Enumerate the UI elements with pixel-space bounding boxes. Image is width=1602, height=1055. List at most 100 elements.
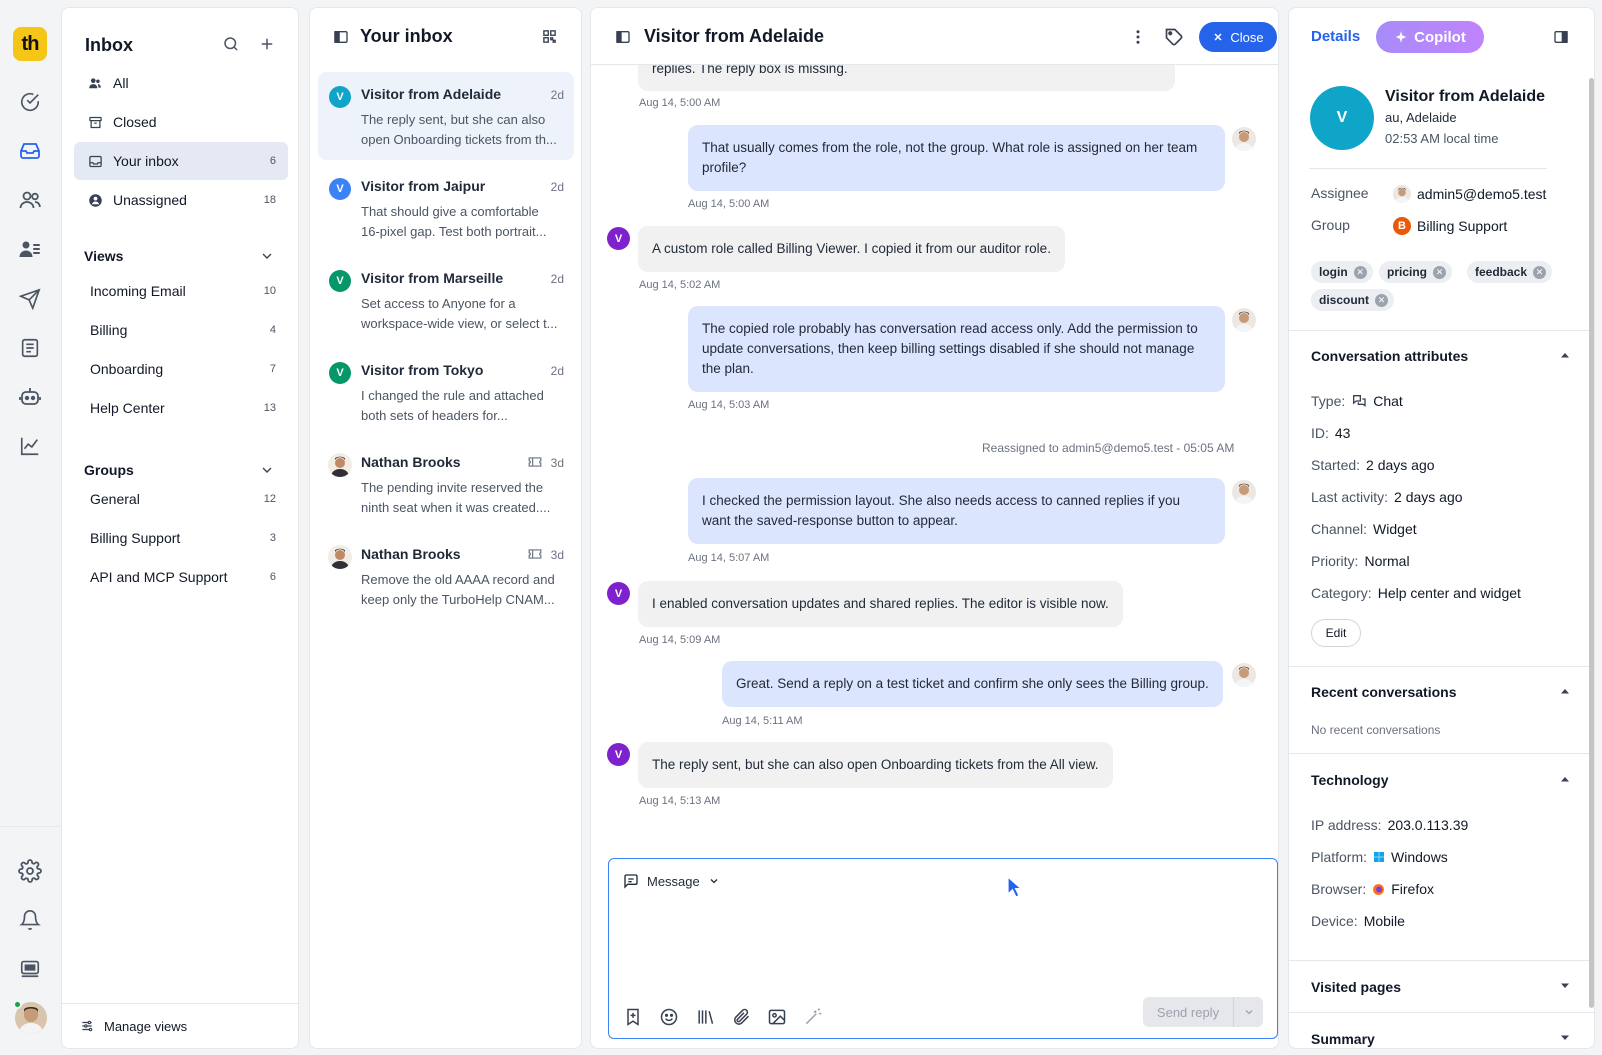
attribute-priority: Priority: Normal — [1311, 553, 1410, 569]
billing-icon[interactable] — [14, 952, 46, 984]
archive-icon — [88, 114, 104, 130]
check-circle-icon[interactable] — [14, 86, 46, 118]
reply-composer[interactable]: Message Send reply — [608, 858, 1278, 1039]
recent-conversations-title[interactable]: Recent conversations — [1311, 684, 1457, 700]
views-section-title[interactable]: Views — [84, 248, 123, 264]
app-logo[interactable]: th — [13, 27, 47, 61]
panel-toggle-icon[interactable] — [615, 29, 631, 45]
remove-tag-icon[interactable]: ✕ — [1375, 293, 1388, 307]
remove-tag-icon[interactable]: ✕ — [1353, 265, 1367, 279]
attribute-type: Type: Chat — [1311, 393, 1403, 409]
magic-wand-icon[interactable] — [803, 1007, 823, 1027]
message-time: Aug 14, 5:00 AM — [639, 97, 721, 109]
attribute-key: Platform: — [1311, 849, 1368, 865]
message-mode-dropdown[interactable]: Message — [623, 873, 720, 889]
conversation-attributes-title[interactable]: Conversation attributes — [1311, 348, 1468, 364]
tag-chip[interactable]: pricing ✕ — [1379, 261, 1453, 283]
remove-tag-icon[interactable]: ✕ — [1433, 265, 1447, 279]
more-vertical-icon[interactable] — [1129, 28, 1147, 46]
tab-details[interactable]: Details — [1311, 28, 1360, 45]
caret-down-icon[interactable] — [1559, 980, 1571, 992]
attribute-key: Browser: — [1311, 881, 1367, 897]
copilot-label: Copilot — [1414, 28, 1466, 46]
emoji-icon[interactable] — [659, 1007, 679, 1027]
visited-pages-title[interactable]: Visited pages — [1311, 979, 1401, 995]
team-icon[interactable] — [14, 233, 46, 265]
articles-icon[interactable] — [14, 332, 46, 364]
group-item-general[interactable]: General 12 — [74, 480, 288, 518]
firefox-icon — [1372, 883, 1385, 896]
view-item-help-center[interactable]: Help Center 13 — [74, 389, 288, 427]
group-item-label: API and MCP Support — [90, 569, 228, 585]
tab-copilot[interactable]: Copilot — [1376, 21, 1484, 53]
inbox-icon[interactable] — [14, 134, 46, 166]
sidebar-toggle-icon[interactable] — [333, 29, 349, 45]
details-scrollbar[interactable] — [1589, 78, 1594, 1008]
conversation-time: 2d — [550, 364, 564, 378]
tag-chip[interactable]: login ✕ — [1311, 261, 1373, 283]
conversation-preview: Remove the old AAAA record and keep only… — [361, 572, 555, 607]
remove-tag-icon[interactable]: ✕ — [1533, 265, 1547, 279]
library-icon[interactable] — [695, 1007, 715, 1027]
tag-icon[interactable] — [1164, 27, 1184, 47]
caret-up-icon[interactable] — [1559, 685, 1571, 697]
group-item-billing-support[interactable]: Billing Support 3 — [74, 519, 288, 557]
conversation-item[interactable]: V Visitor from Jaipur 2d That should giv… — [318, 164, 574, 252]
visitor-avatar: V — [607, 743, 630, 766]
search-icon[interactable] — [222, 35, 240, 53]
edit-attributes-button[interactable]: Edit — [1311, 619, 1361, 647]
tag-chip[interactable]: discount ✕ — [1311, 289, 1394, 311]
view-item-label: Help Center — [90, 400, 165, 416]
reports-icon[interactable] — [14, 430, 46, 462]
chevron-down-icon[interactable] — [1233, 997, 1263, 1027]
image-icon[interactable] — [767, 1007, 787, 1027]
manage-views-button[interactable]: Manage views — [62, 1003, 298, 1048]
contacts-icon[interactable] — [14, 184, 46, 216]
view-item-billing[interactable]: Billing 4 — [74, 311, 288, 349]
attribute-key: Started: — [1311, 457, 1361, 473]
layout-grid-icon[interactable] — [542, 29, 557, 44]
chevron-down-icon[interactable] — [259, 248, 275, 264]
sidebar-item-your-inbox[interactable]: Your inbox 6 — [74, 142, 288, 180]
caret-up-icon[interactable] — [1559, 773, 1571, 785]
view-item-count: 13 — [263, 402, 276, 414]
tag-chip[interactable]: feedback ✕ — [1467, 261, 1553, 283]
panel-right-icon[interactable] — [1553, 29, 1569, 45]
sidebar-item-closed[interactable]: Closed — [74, 103, 288, 141]
close-conversation-button[interactable]: Close — [1199, 22, 1277, 52]
bookmark-plus-icon[interactable] — [623, 1007, 643, 1027]
view-item-incoming-email[interactable]: Incoming Email 10 — [74, 272, 288, 310]
send-reply-button[interactable]: Send reply — [1143, 997, 1263, 1027]
groups-section-title[interactable]: Groups — [84, 462, 134, 478]
chevron-down-icon[interactable] — [259, 462, 275, 478]
paperclip-icon[interactable] — [731, 1007, 751, 1027]
group-item-count: 6 — [269, 571, 276, 583]
view-item-count: 7 — [269, 363, 276, 375]
message-time: Aug 14, 5:11 AM — [722, 715, 803, 727]
conversation-item[interactable]: Nathan Brooks 3d The pending invite rese… — [318, 440, 574, 528]
assignee-value[interactable]: admin5@demo5.test — [1393, 185, 1546, 203]
tech-platform: Platform: Windows — [1311, 849, 1448, 865]
attribute-value: Help center and widget — [1377, 585, 1521, 601]
group-item-api-mcp-support[interactable]: API and MCP Support 6 — [74, 558, 288, 596]
caret-up-icon[interactable] — [1559, 349, 1571, 361]
settings-icon[interactable] — [14, 855, 46, 887]
conversation-item[interactable]: V Visitor from Adelaide 2d The reply sen… — [318, 72, 574, 160]
group-item-label: Billing Support — [90, 530, 181, 546]
sidebar-item-unassigned[interactable]: Unassigned 18 — [74, 181, 288, 219]
plus-icon[interactable] — [258, 35, 276, 53]
send-icon[interactable] — [14, 283, 46, 315]
technology-title[interactable]: Technology — [1311, 772, 1389, 788]
conversation-item[interactable]: V Visitor from Marseille 2d Set access t… — [318, 256, 574, 344]
conversation-item[interactable]: V Visitor from Tokyo 2d I changed the ru… — [318, 348, 574, 436]
caret-down-icon[interactable] — [1559, 1032, 1571, 1044]
conversation-item[interactable]: Nathan Brooks 3d Remove the old AAAA rec… — [318, 532, 574, 620]
group-value[interactable]: B Billing Support — [1393, 217, 1507, 235]
tag-label: discount — [1319, 293, 1369, 307]
bell-icon[interactable] — [14, 904, 46, 936]
view-item-onboarding[interactable]: Onboarding 7 — [74, 350, 288, 388]
bot-icon[interactable] — [14, 381, 46, 413]
online-indicator — [13, 1000, 22, 1009]
summary-title[interactable]: Summary — [1311, 1031, 1375, 1047]
sidebar-item-all[interactable]: All — [74, 64, 288, 102]
